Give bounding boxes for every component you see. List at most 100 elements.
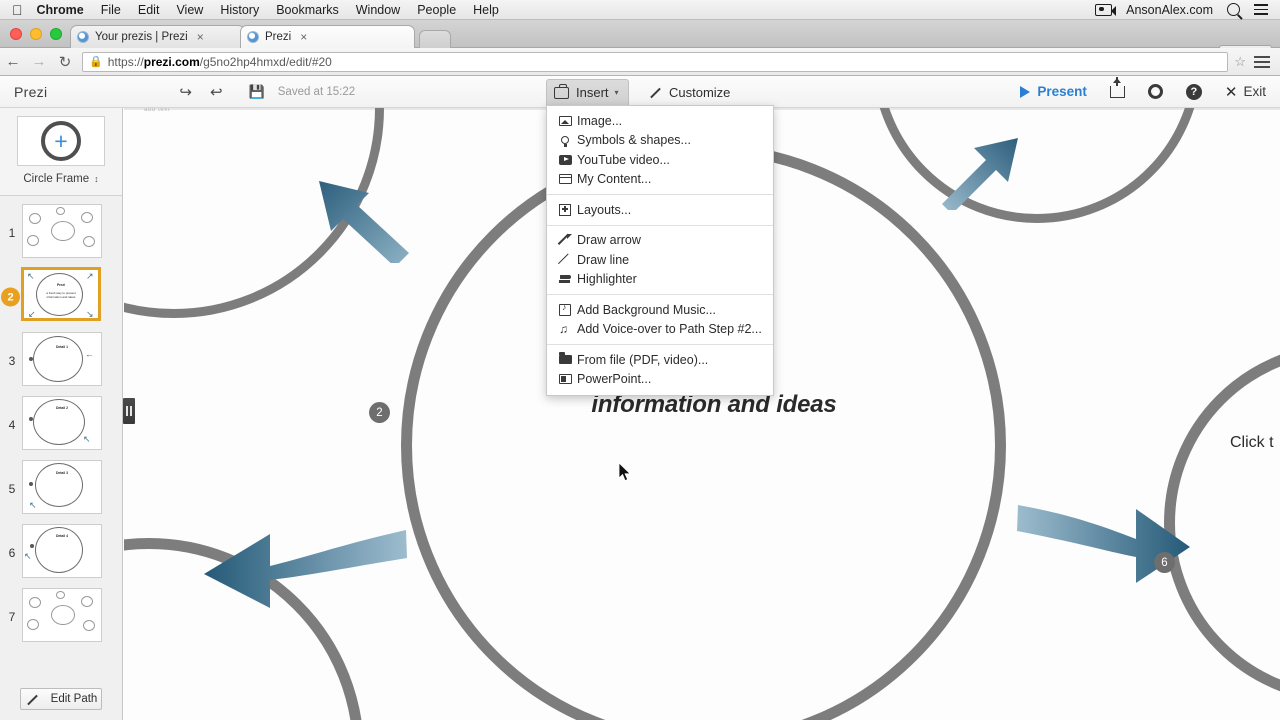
menu-item-layouts[interactable]: Layouts... [547, 200, 773, 220]
gear-icon[interactable] [1147, 84, 1163, 99]
path-step-badge-2[interactable]: 2 [369, 402, 390, 423]
menu-item-history[interactable]: History [220, 3, 259, 17]
window-traffic-lights[interactable] [10, 28, 62, 40]
frame-picker[interactable]: + Circle Frame ↕ [0, 108, 122, 196]
close-icon: ✕ [1224, 83, 1238, 101]
menu-item-help[interactable]: Help [473, 3, 499, 17]
prezi-favicon [77, 31, 89, 43]
thumbnail-subcaption: a fresh way to present information and id… [46, 291, 76, 299]
content-box-icon [558, 174, 577, 185]
save-disk-icon[interactable]: 💾 [249, 84, 265, 100]
warning-lock-icon[interactable]: 🔒 [89, 55, 103, 68]
redo-arrow-icon[interactable]: ↩ [210, 83, 223, 101]
hamburger-icon[interactable] [1254, 55, 1270, 68]
menu-item-view[interactable]: View [176, 3, 203, 17]
close-icon[interactable]: × [197, 31, 204, 43]
menu-item-symbols-shapes[interactable]: Symbols & shapes... [547, 131, 773, 151]
circle-frame-icon[interactable]: + [17, 116, 105, 166]
list-item[interactable]: 3 Detail 1 ← [0, 330, 122, 392]
back-button[interactable]: ← [0, 53, 26, 70]
address-bar[interactable]: 🔒 https://prezi.com/g5no2hp4hmxd/edit/#2… [82, 51, 1229, 72]
click-to-placeholder[interactable]: Click t [1230, 434, 1274, 452]
menu-separator [547, 344, 773, 345]
thumbnail-number: 6 [8, 546, 16, 560]
image-icon [559, 115, 577, 126]
arrow-up-left[interactable] [309, 173, 419, 263]
new-tab-button[interactable] [419, 30, 451, 48]
menu-separator [547, 294, 773, 295]
menu-item-draw-line[interactable]: Draw line [547, 250, 773, 270]
menu-item-window[interactable]: Window [356, 3, 400, 17]
thumbnail-preview[interactable]: Detail 2 ↖ [22, 396, 102, 450]
menu-item-image[interactable]: Image... [547, 111, 773, 131]
edit-path-button[interactable]: Edit Path [20, 688, 102, 710]
help-icon[interactable]: ? [1185, 83, 1202, 100]
list-item[interactable]: 7 [0, 586, 122, 648]
reload-button[interactable]: ↻ [52, 53, 78, 71]
circle-frame-top-right[interactable] [872, 108, 1202, 223]
list-item[interactable]: 1 [0, 202, 122, 264]
list-icon[interactable] [1254, 4, 1268, 15]
status-badge: 2 [1, 287, 20, 307]
menu-item-label: YouTube video... [577, 152, 670, 167]
menu-item-bookmarks[interactable]: Bookmarks [276, 3, 339, 17]
list-item[interactable]: 6 Detail 4 ↖ [0, 522, 122, 584]
close-window-button[interactable] [10, 28, 22, 40]
menu-item-label: My Content... [577, 172, 652, 187]
thumbnail-preview[interactable]: Detail 3 ↖ [22, 460, 102, 514]
menu-item-add-background-music[interactable]: Add Background Music... [547, 300, 773, 320]
path-thumbnail-list[interactable]: 1 2 Prezi a fresh way to present informat… [0, 197, 122, 662]
screen-recorder-icon[interactable] [1095, 3, 1117, 16]
insert-button[interactable]: Insert ▾ [546, 79, 629, 105]
path-step-badge-6[interactable]: 6 [1154, 552, 1175, 573]
undo-arrow-icon[interactable]: ↪ [179, 83, 192, 101]
music-icon [559, 302, 577, 316]
browser-tab-your-prezis[interactable]: Your prezis | Prezi × [70, 25, 245, 48]
menu-item-from-file[interactable]: From file (PDF, video)... [547, 350, 773, 370]
customize-button[interactable]: Customize [648, 76, 730, 108]
list-item[interactable]: 4 Detail 2 ↖ [0, 394, 122, 456]
pen-icon [648, 86, 661, 99]
bookmark-star-icon[interactable]: ☆ [1234, 54, 1246, 70]
thumbnail-preview[interactable] [22, 588, 102, 642]
arrow-up-right[interactable] [936, 130, 1026, 210]
menu-item-youtube-video[interactable]: YouTube video... [547, 150, 773, 170]
menu-item-label: Image... [577, 113, 623, 128]
menu-item-my-content[interactable]: My Content... [547, 170, 773, 190]
minimize-window-button[interactable] [30, 28, 42, 40]
menu-item-chrome[interactable]: Chrome [37, 3, 84, 17]
list-item[interactable]: 5 Detail 3 ↖ [0, 458, 122, 520]
insert-dropdown-menu[interactable]: Image... Symbols & shapes... YouTube vid… [546, 105, 774, 396]
menu-item-powerpoint[interactable]: PowerPoint... [547, 370, 773, 390]
browser-tab-prezi[interactable]: Prezi × [240, 25, 415, 48]
search-icon[interactable] [1227, 3, 1240, 16]
forward-button[interactable]: → [26, 53, 52, 70]
arrow-right[interactable] [1014, 493, 1194, 588]
close-icon[interactable]: × [300, 31, 307, 43]
menu-item-draw-arrow[interactable]: Draw arrow [547, 231, 773, 251]
pencil-icon [25, 693, 38, 706]
thumbnail-preview[interactable]: Detail 4 ↖ [22, 524, 102, 578]
exit-button[interactable]: ✕ Exit [1225, 83, 1266, 101]
thumbnail-preview[interactable]: Detail 1 ← [22, 332, 102, 386]
menu-item-people[interactable]: People [417, 3, 456, 17]
maximize-window-button[interactable] [50, 28, 62, 40]
prezi-logo[interactable]: Prezi [14, 84, 47, 100]
arrow-left[interactable] [194, 518, 409, 613]
apple-icon[interactable]:  [12, 3, 23, 17]
thumbnail-preview[interactable] [22, 204, 102, 258]
menu-item-highlighter[interactable]: Highlighter [547, 270, 773, 290]
sidebar-collapse-handle[interactable] [123, 398, 135, 424]
present-button[interactable]: Present [1020, 84, 1087, 99]
menu-item-label: Highlighter [577, 272, 637, 287]
menu-item-add-voiceover[interactable]: ♫ Add Voice-over to Path Step #2... [547, 320, 773, 340]
list-item-selected[interactable]: 2 Prezi a fresh way to present informatio… [0, 266, 122, 328]
edit-path-label: Edit Path [50, 693, 98, 705]
tab-title: Your prezis | Prezi [95, 31, 188, 43]
folder-icon [559, 352, 577, 365]
menu-item-edit[interactable]: Edit [138, 3, 160, 17]
menu-item-file[interactable]: File [101, 3, 121, 17]
thumbnail-preview[interactable]: Prezi a fresh way to present information … [21, 267, 101, 321]
frame-type-selector[interactable]: Circle Frame ↕ [23, 173, 98, 185]
share-icon[interactable] [1109, 76, 1125, 98]
